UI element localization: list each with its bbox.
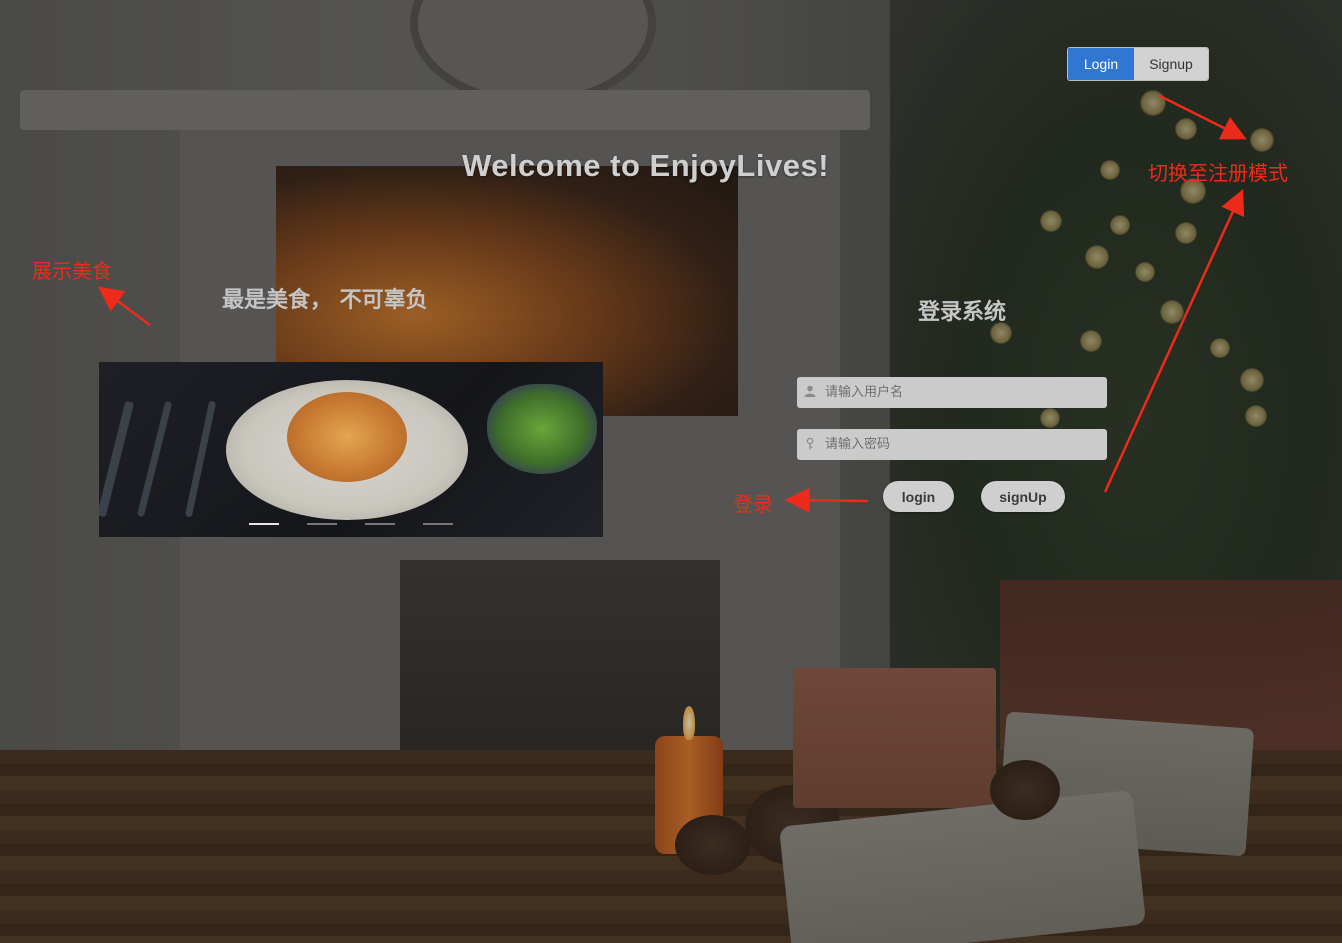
- user-icon: [797, 385, 823, 400]
- signup-button[interactable]: signUp: [981, 481, 1065, 512]
- key-icon: [797, 437, 823, 453]
- carousel-indicator[interactable]: [307, 523, 337, 525]
- salad-bowl: [487, 384, 597, 474]
- food-carousel[interactable]: [99, 362, 603, 537]
- pasta: [287, 392, 407, 482]
- fork: [136, 400, 173, 518]
- knife: [99, 400, 135, 518]
- carousel-indicator[interactable]: [249, 523, 279, 525]
- annotation-show-food: 展示美食: [32, 259, 112, 283]
- login-tab[interactable]: Login: [1068, 48, 1134, 80]
- welcome-heading: Welcome to EnjoyLives!: [462, 148, 830, 183]
- username-input[interactable]: [823, 377, 1107, 408]
- spoon: [184, 400, 217, 518]
- carousel-indicator[interactable]: [365, 523, 395, 525]
- login-button[interactable]: login: [883, 481, 954, 512]
- food-slogan: 最是美食， 不可辜负: [222, 288, 428, 313]
- password-input[interactable]: [823, 429, 1107, 460]
- signup-tab[interactable]: Signup: [1134, 48, 1208, 80]
- annotation-switch-mode: 切换至注册模式: [1148, 161, 1288, 185]
- login-panel-title: 登录系统: [918, 300, 1007, 325]
- password-field: [797, 429, 1107, 460]
- auth-mode-toggle: Login Signup: [1067, 47, 1209, 81]
- carousel-indicator[interactable]: [423, 523, 453, 525]
- annotation-login: 登录: [733, 492, 773, 516]
- username-field: [797, 377, 1107, 408]
- carousel-indicators: [249, 523, 453, 525]
